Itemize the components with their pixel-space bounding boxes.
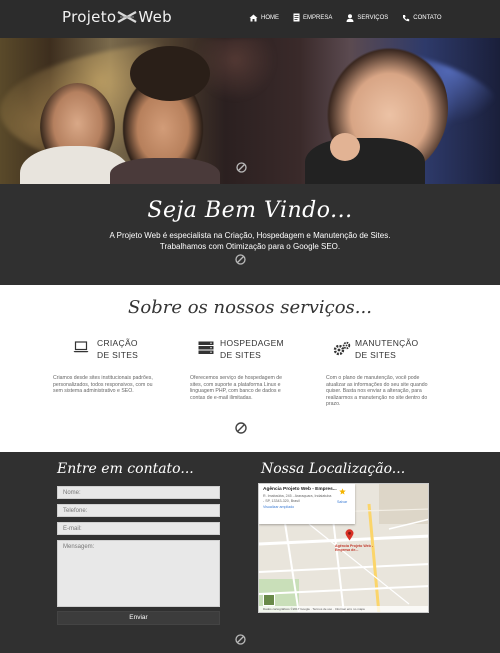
name-field[interactable]: Nome:: [57, 486, 220, 499]
hero-deco-icon: [236, 162, 247, 173]
logo-mark-icon: [117, 10, 137, 24]
map-save-button[interactable]: Salvar: [337, 500, 347, 504]
map-card-address: R. Imabaúba, 245 - Araraquara, Indaiatub…: [263, 494, 332, 503]
service-creation-title-2: de Sites: [97, 350, 139, 360]
logo[interactable]: Projeto Web: [62, 8, 172, 26]
nav-servicos[interactable]: Serviços: [346, 13, 388, 22]
map-pin-icon[interactable]: [345, 529, 354, 541]
nav-servicos-label: Serviços: [357, 14, 389, 21]
user-icon: [346, 13, 354, 22]
service-creation-desc: Criamos desde sites institucionais padrõ…: [53, 375, 153, 395]
logo-text-left: Projeto: [62, 8, 117, 26]
email-field[interactable]: E-mail:: [57, 522, 220, 535]
site-header: Projeto Web Home Empresa Serviços Contat…: [0, 0, 500, 38]
location-title: Nossa Localização...: [261, 461, 406, 477]
welcome-text-2: Trabalhamos com Otimização para o Google…: [159, 242, 341, 251]
service-creation-title-1: Criação: [97, 338, 138, 348]
gears-icon: [333, 341, 351, 356]
contact-section: Entre em contato... Nome: Telefone: E-ma…: [0, 452, 500, 653]
service-maintenance-title-1: Manutenção: [355, 338, 419, 348]
welcome-title: Seja Bem Vindo...: [147, 198, 353, 223]
main-nav: Home Empresa Serviços Contato: [249, 13, 456, 22]
phone-icon: [403, 14, 410, 21]
map-thumbnail[interactable]: [263, 594, 275, 606]
document-icon: [293, 13, 300, 22]
welcome-section: Seja Bem Vindo... A Projeto Web é especi…: [0, 184, 500, 285]
map-info-card: Agência Projeto Web - Empres... R. Imaba…: [259, 484, 355, 524]
service-hosting-desc: Oferecemos serviço de hospedagem de site…: [190, 375, 282, 401]
service-hosting-title-2: de Sites: [220, 350, 262, 360]
section-divider-icon: [235, 634, 246, 645]
star-icon[interactable]: [339, 488, 346, 495]
map-pin-label: Agência Projeto Web - Empresa de...: [335, 544, 374, 553]
nav-home-label: Home: [261, 14, 279, 21]
name-placeholder: Nome:: [63, 490, 81, 496]
map-enlarge-link[interactable]: Visualizar ampliado: [263, 505, 351, 509]
contact-title: Entre em contato...: [57, 461, 194, 477]
laptop-icon: [73, 341, 89, 353]
section-divider-icon: [235, 422, 247, 434]
message-placeholder: Mensagem:: [63, 544, 95, 550]
service-hosting-title-1: Hospedagem: [220, 338, 284, 348]
nav-home[interactable]: Home: [249, 13, 279, 22]
service-maintenance-desc: Com o plano de manutenção, você pode atu…: [326, 375, 428, 408]
welcome-text-1: A Projeto Web é especialista na Criação,…: [109, 231, 391, 240]
services-section: Sobre os nossos serviços... Criação de S…: [0, 285, 500, 452]
service-maintenance-title-2: de Sites: [355, 350, 397, 360]
services-title: Sobre os nossos serviços...: [128, 297, 372, 318]
nav-empresa[interactable]: Empresa: [293, 13, 332, 22]
map-card-title: Agência Projeto Web - Empres...: [263, 487, 337, 492]
email-placeholder: E-mail:: [63, 526, 82, 532]
section-divider-icon: [235, 254, 246, 265]
message-field[interactable]: Mensagem:: [57, 540, 220, 607]
logo-text-right: Web: [138, 8, 172, 26]
map-footer: Dados cartográficos ©2017 Google · Termo…: [259, 606, 428, 612]
google-map[interactable]: Agência Projeto Web - Empresa de... Agên…: [258, 483, 429, 613]
home-icon: [249, 14, 258, 21]
phone-field[interactable]: Telefone:: [57, 504, 220, 517]
server-icon: [198, 341, 214, 354]
send-button[interactable]: Enviar: [57, 611, 220, 625]
hero-banner: [0, 38, 500, 184]
nav-contato-label: Contato: [413, 14, 442, 21]
nav-contato[interactable]: Contato: [402, 13, 442, 22]
nav-empresa-label: Empresa: [303, 14, 333, 21]
phone-placeholder: Telefone:: [63, 508, 88, 514]
